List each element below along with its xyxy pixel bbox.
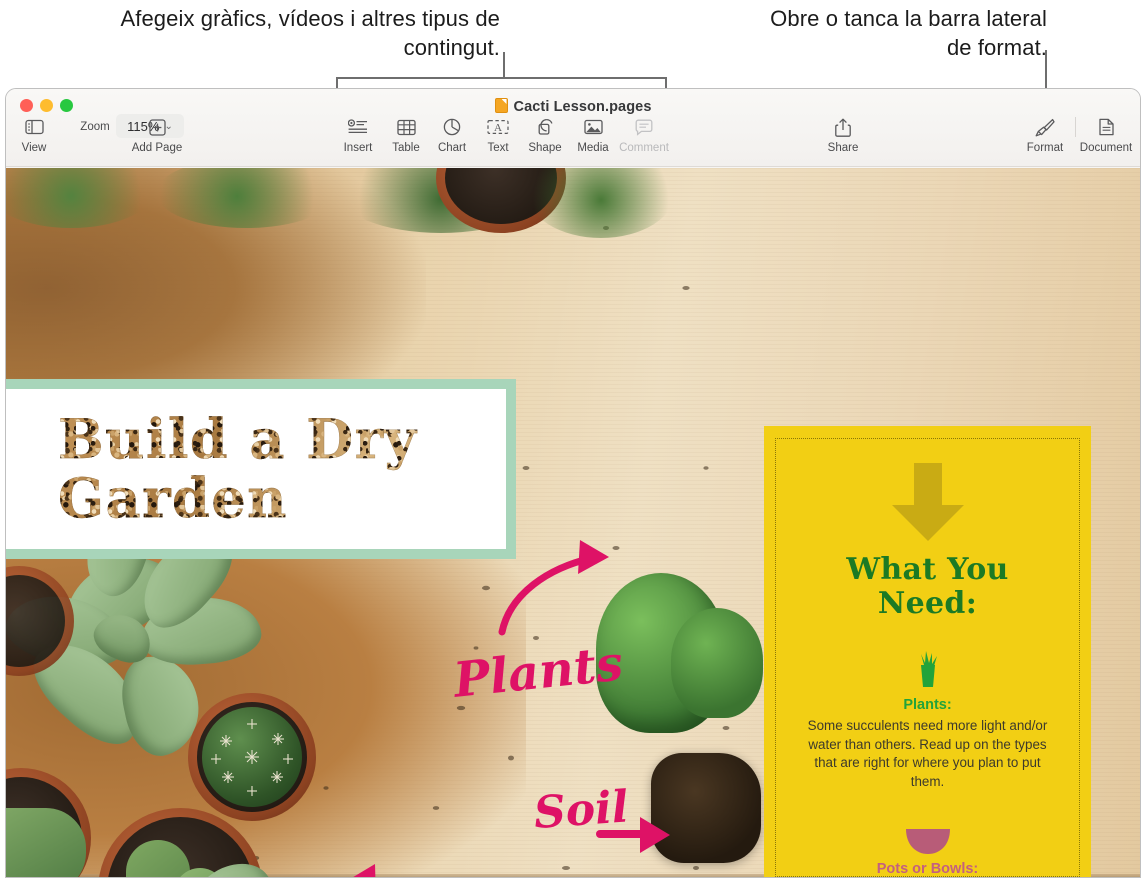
document-button[interactable]: Document bbox=[1074, 115, 1138, 154]
annotation-bowls-arrow-left bbox=[353, 864, 376, 877]
document-title-text: Cacti Lesson.pages bbox=[513, 99, 652, 115]
canvas-right-margin bbox=[1091, 168, 1140, 877]
document-title-bar: Cacti Lesson.pages bbox=[6, 98, 1140, 115]
down-arrow-icon bbox=[891, 463, 964, 541]
bowl-icon bbox=[800, 811, 1055, 855]
document-icon bbox=[1074, 115, 1138, 139]
zoom-control-group[interactable]: 115% ⌄ Zoom bbox=[61, 114, 184, 138]
heading-line-1: What You bbox=[846, 552, 1009, 587]
succulent-plant-icon bbox=[800, 647, 1055, 691]
prickly-pear-pad-2 bbox=[671, 608, 763, 718]
what-you-need-heading: What You Need: bbox=[800, 553, 1055, 621]
comment-icon bbox=[612, 115, 676, 139]
insert-content-callout: Afegeix gràfics, vídeos i altres tipus d… bbox=[120, 6, 500, 60]
document-title-textbox[interactable]: Build a Dry Garden bbox=[6, 379, 516, 559]
add-page-icon bbox=[125, 115, 189, 139]
section-plants-title: Plants: bbox=[903, 697, 952, 713]
cactus-spines-1 bbox=[211, 719, 293, 796]
annotation-soil-arrow-right bbox=[596, 817, 670, 853]
sidebar-icon bbox=[6, 115, 66, 139]
section-pots-or-bowls: Pots or Bowls: One nice thing about the … bbox=[800, 811, 1055, 877]
what-you-need-textbox[interactable]: What You Need: Plants: Some succulents n… bbox=[764, 426, 1091, 877]
format-label: Format bbox=[1026, 142, 1064, 154]
comment-label: Comment bbox=[619, 142, 669, 154]
pages-window: Cacti Lesson.pages View 115% ⌄ Zoom Add … bbox=[5, 88, 1141, 878]
window-titlebar: Cacti Lesson.pages View 115% ⌄ Zoom Add … bbox=[6, 89, 1140, 167]
share-icon bbox=[811, 115, 875, 139]
add-page-label: Add Page bbox=[131, 142, 183, 154]
document-canvas[interactable]: Build a Dry Garden Plants Soil Bowls bbox=[6, 168, 1140, 877]
pages-document-icon bbox=[494, 98, 508, 113]
heading-line-2: Need: bbox=[877, 586, 978, 621]
svg-text:A: A bbox=[494, 122, 502, 134]
view-button[interactable]: View bbox=[6, 115, 66, 154]
document-title-heading: Build a Dry Garden bbox=[6, 409, 506, 528]
annotation-plants-arrow-right bbox=[498, 540, 609, 636]
section-pots-title: Pots or Bowls: bbox=[876, 861, 979, 877]
toolbar: View 115% ⌄ Zoom Add Page Insert Table C… bbox=[6, 114, 1140, 167]
screenshot-root: Afegeix gràfics, vídeos i altres tipus d… bbox=[0, 0, 1146, 878]
comment-button[interactable]: Comment bbox=[612, 115, 676, 154]
add-page-button[interactable]: Add Page bbox=[125, 115, 189, 154]
format-sidebar-callout: Obre o tanca la barra lateral de format. bbox=[770, 6, 1047, 60]
section-plants: Plants: Some succulents need more light … bbox=[800, 647, 1055, 791]
format-brush-icon bbox=[1013, 115, 1077, 139]
share-label: Share bbox=[827, 142, 859, 154]
view-label: View bbox=[21, 142, 47, 154]
share-button[interactable]: Share bbox=[811, 115, 875, 154]
left-callout-leader-line bbox=[503, 52, 505, 78]
document-label: Document bbox=[1079, 142, 1133, 154]
section-plants-body: Some succulents need more light and/or w… bbox=[807, 718, 1048, 789]
format-button[interactable]: Format bbox=[1013, 115, 1077, 154]
